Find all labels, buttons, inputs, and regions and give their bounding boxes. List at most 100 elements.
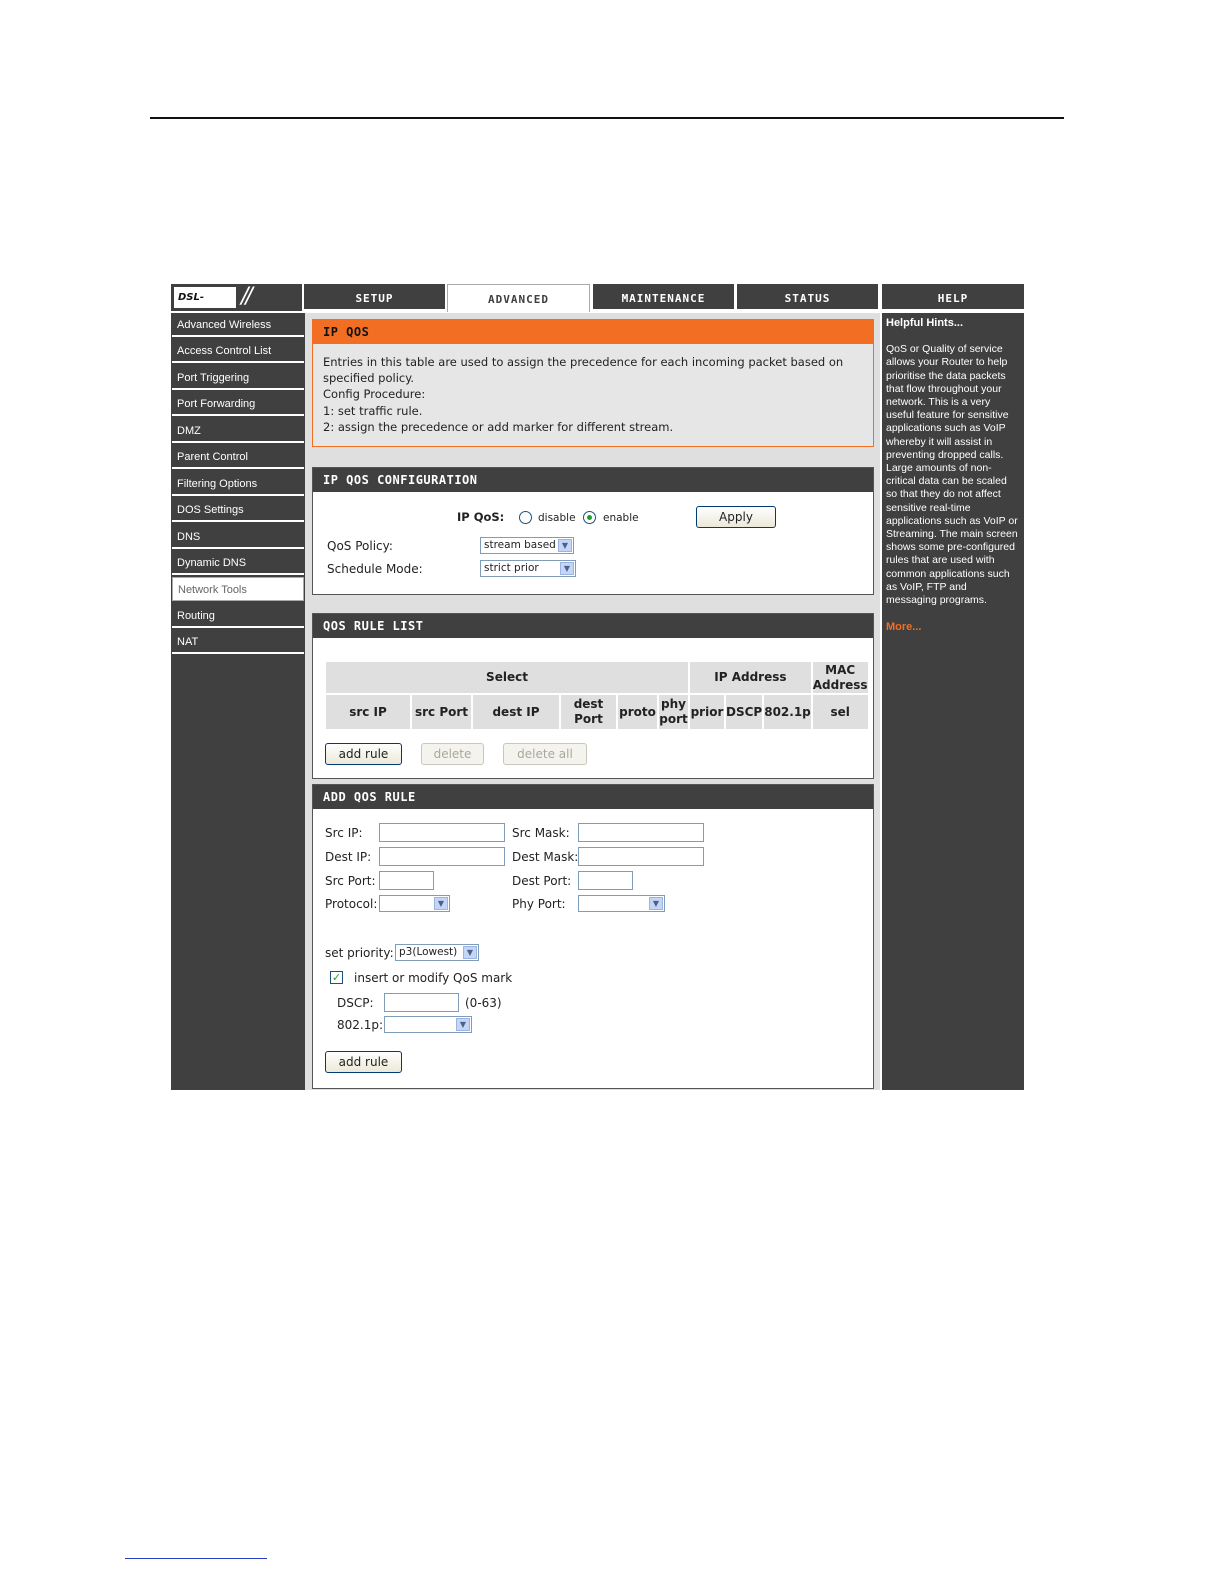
add-rule-submit-button[interactable]: add rule <box>325 1051 402 1073</box>
column-header: dest IP <box>473 695 559 729</box>
qos-policy-select[interactable]: stream based ▼ <box>480 537 574 554</box>
qos-rule-list-panel: QOS RULE LIST Select IP Address MAC Addr… <box>312 613 874 779</box>
sidebar-item-routing[interactable]: Routing <box>172 604 304 628</box>
column-header: 802.1p <box>764 695 811 729</box>
disable-radio[interactable] <box>519 511 532 524</box>
phy-port-label: Phy Port: <box>512 897 566 911</box>
check-icon: ✓ <box>331 971 342 984</box>
chevron-down-icon: ▼ <box>649 897 663 910</box>
sidebar-item-dynamic-dns[interactable]: Dynamic DNS <box>172 551 304 575</box>
sidebar-item-parent-control[interactable]: Parent Control <box>172 445 304 469</box>
intro-line: Entries in this table are used to assign… <box>323 355 844 386</box>
intro-line: 1: set traffic rule. <box>323 403 423 418</box>
rule-list-title: QOS RULE LIST <box>313 614 873 638</box>
ipqos-label: IP QoS: <box>457 510 505 524</box>
sidebar-item-access-control-list[interactable]: Access Control List <box>172 339 304 363</box>
intro-text: Entries in this table are used to assign… <box>313 344 873 435</box>
qos-policy-label: QoS Policy: <box>327 539 393 553</box>
src-port-input[interactable] <box>379 871 434 890</box>
schedule-mode-label: Schedule Mode: <box>327 562 423 576</box>
dscp-input[interactable] <box>384 993 459 1012</box>
group-header-mac-address: MAC Address <box>812 662 868 693</box>
logo-slash-icon: // <box>241 284 253 309</box>
dot1p-label: 802.1p: <box>337 1018 384 1032</box>
qos-mark-checkbox[interactable]: ✓ <box>330 971 343 984</box>
intro-panel: IP QOS Entries in this table are used to… <box>312 319 874 447</box>
qos-mark-label: insert or modify QoS mark <box>354 971 513 985</box>
column-header: DSCP <box>726 695 763 729</box>
sidebar-item-dmz[interactable]: DMZ <box>172 419 304 443</box>
column-header: phy port <box>659 695 688 729</box>
delete-all-button[interactable]: delete all <box>503 743 587 765</box>
helpful-hints-panel: Helpful Hints... QoS or Quality of servi… <box>882 313 1024 1090</box>
src-mask-input[interactable] <box>578 823 704 842</box>
intro-title: IP QOS <box>313 320 873 344</box>
sidebar-item-dos-settings[interactable]: DOS Settings <box>172 498 304 522</box>
chevron-down-icon: ▼ <box>558 539 572 552</box>
disable-label: disable <box>538 512 576 524</box>
tab-maintenance[interactable]: MAINTENANCE <box>593 284 734 311</box>
sidebar-item-dns[interactable]: DNS <box>172 525 304 549</box>
column-header: dest Port <box>561 695 616 729</box>
tab-help[interactable]: HELP <box>882 284 1024 311</box>
router-admin-screenshot: DSL-2730E // SETUP ADVANCED MAINTENANCE … <box>171 284 1024 1090</box>
apply-button[interactable]: Apply <box>696 506 776 528</box>
src-port-label: Src Port: <box>325 874 376 888</box>
column-header: proto <box>618 695 657 729</box>
phy-port-select[interactable]: ▼ <box>578 895 665 912</box>
protocol-select[interactable]: ▼ <box>379 895 450 912</box>
help-text: QoS or Quality of service allows your Ro… <box>886 343 1018 607</box>
sidebar-item-advanced-wireless[interactable]: Advanced Wireless <box>172 313 304 337</box>
column-header: src Port <box>412 695 471 729</box>
add-qos-rule-panel: ADD QOS RULE Src IP: Src Mask: Dest IP: … <box>312 784 874 1089</box>
sidebar: Advanced Wireless Access Control List Po… <box>171 313 305 1090</box>
chevron-down-icon: ▼ <box>456 1018 470 1031</box>
sidebar-item-port-triggering[interactable]: Port Triggering <box>172 366 304 390</box>
sidebar-item-filtering-options[interactable]: Filtering Options <box>172 472 304 496</box>
dest-port-input[interactable] <box>578 871 633 890</box>
tab-advanced[interactable]: ADVANCED <box>447 284 590 312</box>
dscp-label: DSCP: <box>337 996 374 1010</box>
group-header-select: Select <box>326 662 688 693</box>
radio-selected-dot <box>587 515 592 520</box>
intro-line: 2: assign the precedence or add marker f… <box>323 419 674 434</box>
enable-label: enable <box>603 512 639 524</box>
column-header: prior <box>690 695 724 729</box>
dscp-range: (0-63) <box>465 996 502 1010</box>
src-ip-label: Src IP: <box>325 826 363 840</box>
protocol-label: Protocol: <box>325 897 378 911</box>
tab-setup[interactable]: SETUP <box>304 284 445 311</box>
intro-line: Config Procedure: <box>323 387 426 402</box>
dest-port-label: Dest Port: <box>512 874 572 888</box>
dest-mask-input[interactable] <box>578 847 704 866</box>
qos-config-panel: IP QOS CONFIGURATION IP QoS: disable ena… <box>312 467 874 595</box>
model-name: DSL-2730E <box>174 287 236 324</box>
qos-rule-table: Select IP Address MAC Address src IP src… <box>324 660 870 731</box>
brand-logo: DSL-2730E // <box>171 284 302 324</box>
help-more-link[interactable]: More... <box>886 621 1020 634</box>
dest-mask-label: Dest Mask: <box>512 850 579 864</box>
set-priority-value: p3(Lowest) <box>399 946 458 958</box>
delete-button[interactable]: delete <box>421 743 484 765</box>
sidebar-item-network-tools[interactable]: Network Tools <box>172 577 304 601</box>
column-header: sel <box>812 695 868 729</box>
sidebar-item-nat[interactable]: NAT <box>172 630 304 654</box>
schedule-mode-value: strict prior <box>484 562 539 574</box>
config-title: IP QOS CONFIGURATION <box>313 468 873 492</box>
set-priority-select[interactable]: p3(Lowest) ▼ <box>395 944 479 961</box>
schedule-mode-select[interactable]: strict prior ▼ <box>480 560 576 577</box>
src-ip-input[interactable] <box>379 823 505 842</box>
dest-ip-label: Dest IP: <box>325 850 372 864</box>
add-rule-button[interactable]: add rule <box>325 743 402 765</box>
dot1p-select[interactable]: ▼ <box>384 1016 472 1033</box>
add-rule-title: ADD QOS RULE <box>313 785 873 809</box>
chevron-down-icon: ▼ <box>463 946 477 959</box>
dest-ip-input[interactable] <box>379 847 505 866</box>
enable-radio[interactable] <box>583 511 596 524</box>
help-title: Helpful Hints... <box>886 317 963 329</box>
tab-status[interactable]: STATUS <box>737 284 878 311</box>
sidebar-item-port-forwarding[interactable]: Port Forwarding <box>172 392 304 416</box>
column-header: src IP <box>326 695 410 729</box>
footnote-rule <box>125 1558 267 1559</box>
src-mask-label: Src Mask: <box>512 826 570 840</box>
